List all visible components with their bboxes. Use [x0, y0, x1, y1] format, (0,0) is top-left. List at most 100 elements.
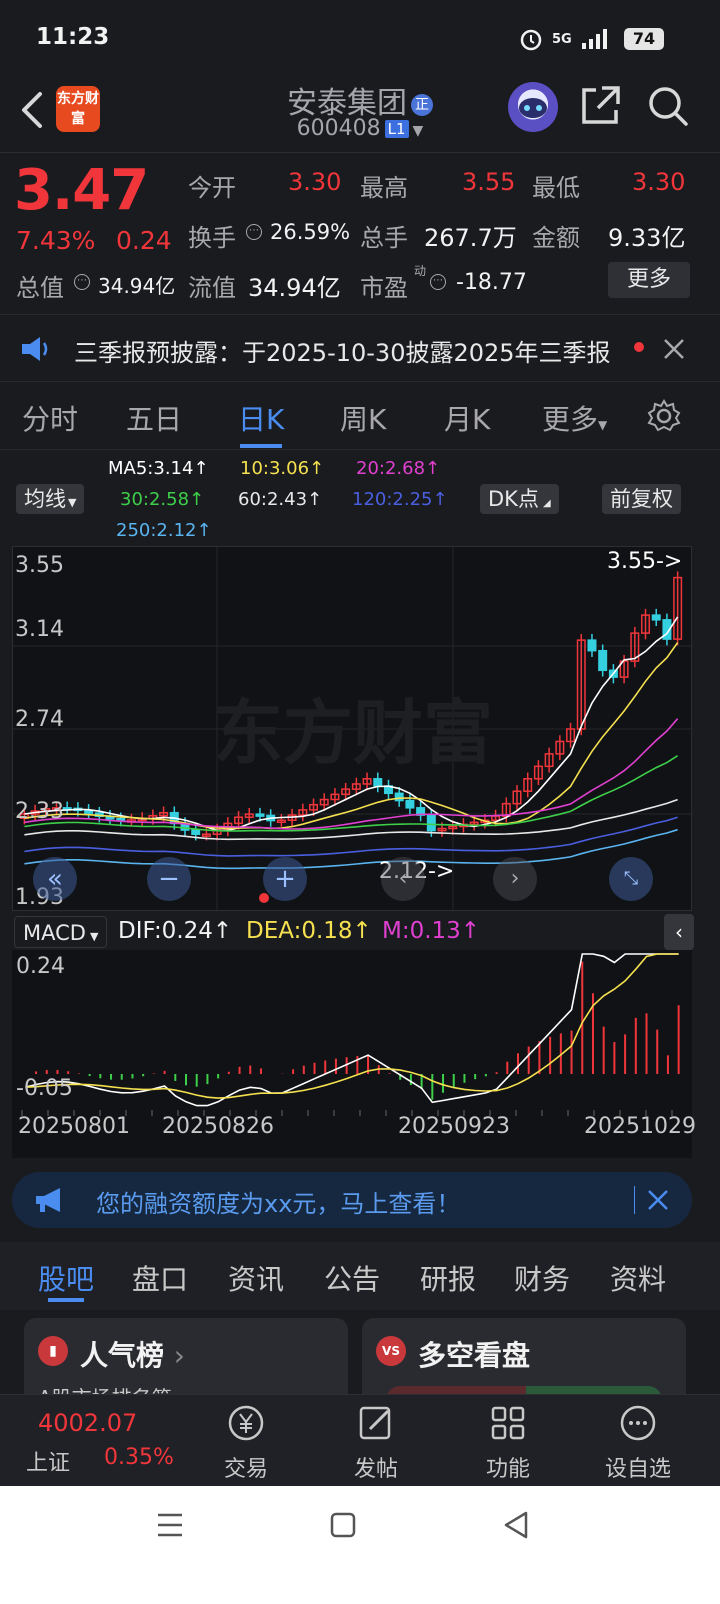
zoom-in-button[interactable]: +: [263, 857, 307, 901]
close-icon[interactable]: [662, 337, 686, 361]
yuan-icon: [228, 1405, 264, 1441]
notice-bar[interactable]: 三季报预披露：于2025-10-30披露2025年三季报: [0, 314, 720, 382]
y-label: 2.74: [15, 707, 64, 732]
adjust-button[interactable]: 前复权: [602, 484, 681, 514]
tab-monthly-k[interactable]: 月K: [444, 398, 490, 438]
scroll-left-fast-button[interactable]: «: [33, 857, 77, 901]
info-icon[interactable]: ⋯: [74, 274, 90, 290]
candle-body: [426, 814, 436, 832]
chevron-down-icon: ▼: [412, 123, 424, 139]
stock-code-text: 600408: [296, 116, 381, 141]
share-icon[interactable]: [580, 84, 620, 126]
candle-body: [191, 829, 201, 835]
amount-value: 9.33亿: [608, 224, 686, 252]
caret-down-icon: ▼: [68, 496, 77, 509]
close-icon[interactable]: [646, 1188, 670, 1212]
info-icon[interactable]: ⋯: [246, 224, 262, 240]
dk-point-button[interactable]: DK点 ◢: [480, 484, 559, 514]
zoom-out-button[interactable]: −: [147, 857, 191, 901]
popularity-title-text: 人气榜: [80, 1339, 165, 1372]
gear-icon[interactable]: [646, 398, 682, 434]
tab-financials[interactable]: 财务: [514, 1258, 570, 1298]
nav-add-watchlist[interactable]: 设自选: [598, 1403, 678, 1483]
ma120-label: 120:2.25↑: [352, 489, 448, 510]
y-label: 3.14: [15, 617, 64, 642]
index-name[interactable]: 上证: [26, 1445, 70, 1477]
assistant-robot-icon[interactable]: [508, 82, 558, 132]
tab-forum[interactable]: 股吧: [38, 1258, 94, 1298]
scroll-left-button[interactable]: ‹: [381, 857, 425, 901]
nav-add-watchlist-label: 设自选: [604, 1457, 671, 1482]
nav-functions[interactable]: 功能: [468, 1403, 548, 1483]
event-marker[interactable]: [259, 893, 269, 903]
open-label: 今开: [188, 174, 236, 202]
vs-icon: VS: [376, 1336, 406, 1366]
app-logo[interactable]: 东方财富: [56, 86, 100, 132]
scroll-right-button[interactable]: ›: [493, 857, 537, 901]
candle-body: [598, 649, 608, 672]
menu-icon[interactable]: [156, 1512, 184, 1538]
ma20-label: 20:2.68↑: [356, 458, 441, 479]
ma10-label: 10:3.06↑: [240, 458, 325, 479]
kline-chart[interactable]: 东方财富 3.55 3.14 2.74 2.33 1.93 3.55-> 2.1…: [12, 546, 693, 912]
pe-value: -18.77: [456, 270, 527, 295]
info-icon[interactable]: ⋯: [430, 274, 446, 290]
candle-body: [587, 639, 597, 652]
home-icon[interactable]: [330, 1512, 356, 1538]
index-value[interactable]: 4002.07: [38, 1409, 137, 1437]
battery-indicator: 74: [624, 28, 664, 50]
float-label: 流值: [188, 274, 236, 302]
back-arrow-icon[interactable]: [16, 88, 52, 132]
float-value: 34.94亿: [248, 274, 341, 302]
tab-daily-k[interactable]: 日K: [238, 398, 284, 438]
tab-announcements[interactable]: 公告: [324, 1258, 380, 1298]
chevron-right-icon: ›: [173, 1339, 185, 1372]
tab-five-day[interactable]: 五日: [126, 398, 182, 438]
network-label: 5G: [552, 31, 572, 47]
date-axis: 20250801 20250826 20250923 20251029: [12, 1110, 696, 1158]
kline-canvas[interactable]: 东方财富: [13, 547, 693, 912]
grid-icon: [491, 1406, 525, 1440]
watermark: 东方财富: [213, 692, 493, 774]
nav-post[interactable]: 发帖: [336, 1403, 416, 1483]
long-short-title: 多空看盘: [418, 1339, 531, 1372]
megaphone-icon: [36, 1188, 60, 1212]
ma-selector-button[interactable]: 均线 ▼: [16, 484, 85, 514]
ma-selector-label: 均线: [24, 487, 66, 511]
macd-y-top: 0.24: [16, 954, 65, 979]
tab-news[interactable]: 资讯: [228, 1258, 284, 1298]
status-bar: 11:23 5G 74: [0, 0, 720, 78]
turnover-value: 26.59%: [270, 220, 351, 244]
dea-label: DEA:0.18↑: [246, 918, 372, 944]
fullscreen-icon[interactable]: ⤡: [609, 857, 653, 901]
mcap-label: 总值: [16, 274, 64, 302]
back-icon[interactable]: [502, 1510, 530, 1540]
tab-weekly-k[interactable]: 周K: [340, 398, 386, 438]
logo-text: 东方财富: [57, 91, 99, 127]
pe-label: 市盈: [360, 274, 408, 302]
tab-more-label: 更多: [542, 403, 599, 436]
stock-code[interactable]: 600408 L1 ▼: [250, 116, 470, 141]
margin-banner[interactable]: 您的融资额度为xx元，马上查看！: [12, 1172, 692, 1228]
macd-canvas[interactable]: [12, 950, 692, 1110]
candle-body: [651, 614, 661, 621]
low-value: 3.30: [632, 168, 686, 196]
high-label: 最高: [360, 174, 408, 202]
clock: 11:23: [36, 24, 110, 50]
tab-more[interactable]: 更多▼: [542, 398, 607, 438]
search-icon[interactable]: [646, 84, 690, 128]
tab-orderbook[interactable]: 盘口: [132, 1258, 188, 1298]
tab-research[interactable]: 研报: [420, 1258, 476, 1298]
macd-chart[interactable]: 0.24 -0.05: [12, 950, 692, 1110]
index-change[interactable]: 0.35%: [104, 1445, 174, 1470]
dk-point-label: DK点: [488, 487, 539, 511]
nav-functions-label: 功能: [485, 1457, 530, 1482]
tab-profile[interactable]: 资料: [610, 1258, 666, 1298]
collapse-panel-button[interactable]: ‹: [664, 914, 694, 950]
bar-chart-icon: ▮: [38, 1336, 68, 1366]
candle-body: [255, 813, 265, 817]
macd-selector-button[interactable]: MACD ▼: [14, 916, 108, 948]
nav-trade[interactable]: 交易: [206, 1403, 286, 1483]
tab-intraday[interactable]: 分时: [22, 398, 78, 438]
more-button[interactable]: 更多: [608, 262, 690, 298]
